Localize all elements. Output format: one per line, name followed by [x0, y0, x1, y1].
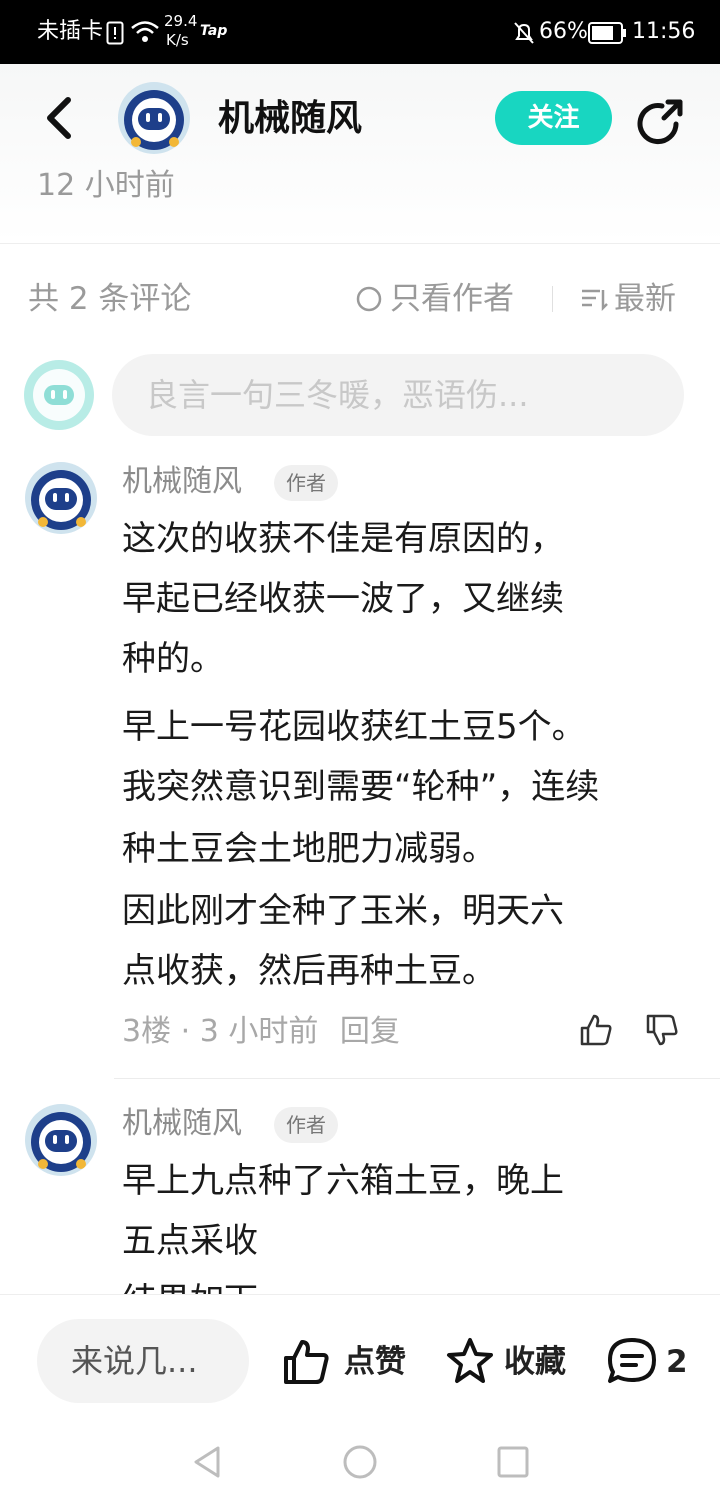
- comment-line: 点收获，然后再种土豆。: [122, 951, 496, 991]
- thumbs-down-icon[interactable]: [644, 1012, 680, 1048]
- post-header: [0, 64, 720, 244]
- author-avatar[interactable]: [118, 82, 190, 154]
- comment-line: 早上一号花园收获红土豆5个。: [122, 707, 586, 747]
- star-icon[interactable]: [444, 1336, 496, 1386]
- robot-avatar-icon: [31, 1112, 91, 1172]
- meta-separator: ·: [180, 1014, 191, 1049]
- status-bar: 未插卡 29.4 K/s Tap 66% 11:56: [0, 0, 720, 64]
- author-only-filter[interactable]: 只看作者: [390, 279, 514, 319]
- toolbar-divider: [552, 286, 553, 312]
- clock: 11:56: [632, 19, 696, 44]
- back-arrow-icon[interactable]: [40, 96, 76, 140]
- comment-time: 3 小时前: [199, 1014, 319, 1049]
- comment-bubble-icon[interactable]: [606, 1336, 658, 1386]
- author-name[interactable]: 机械随风: [218, 95, 362, 143]
- comment-line: 早上九点种了六箱土豆，晚上: [122, 1161, 564, 1201]
- comment-author[interactable]: 机械随风: [122, 462, 242, 502]
- battery-percent: 66%: [539, 19, 588, 44]
- mute-bell-icon: [514, 22, 534, 44]
- follow-button[interactable]: 关注: [495, 91, 612, 145]
- sort-icon[interactable]: [580, 286, 608, 312]
- comment-meta: 3楼 · 3 小时前 回复: [122, 1012, 400, 1052]
- sort-latest[interactable]: 最新: [614, 279, 676, 319]
- like-icon[interactable]: [282, 1338, 332, 1386]
- my-avatar[interactable]: [24, 360, 94, 430]
- nav-recents-icon[interactable]: [496, 1445, 530, 1479]
- comment-line: 这次的收获不佳是有原因的，: [122, 519, 564, 559]
- comment-divider: [114, 1078, 720, 1079]
- favorite-button[interactable]: 收藏: [504, 1342, 566, 1382]
- post-time: 12 小时前: [37, 168, 175, 203]
- comment-line: 五点采收: [122, 1221, 258, 1261]
- thumbs-up-icon[interactable]: [578, 1012, 614, 1048]
- radio-circle-icon[interactable]: [356, 286, 382, 312]
- comment-line: 我突然意识到需要“轮种”，连续: [122, 767, 600, 807]
- battery-icon: [588, 22, 626, 44]
- comment-avatar[interactable]: [25, 1104, 97, 1176]
- reply-button[interactable]: 回复: [340, 1014, 400, 1049]
- comment-line: 早起已经收获一波了，又继续: [122, 579, 564, 619]
- robot-avatar-icon: [31, 470, 91, 530]
- comment-compose-input[interactable]: 良言一句三冬暖，恶语伤...: [112, 354, 684, 436]
- net-speed-unit: K/s: [166, 31, 189, 49]
- comment-floor: 3楼: [122, 1014, 172, 1049]
- comment-line: 因此刚才全种了玉米，明天六: [122, 891, 564, 931]
- author-badge: 作者: [274, 465, 338, 501]
- comment-author[interactable]: 机械随风: [122, 1104, 242, 1144]
- net-speed-value: 29.4: [164, 12, 198, 30]
- comment-line: 种的。: [122, 639, 224, 679]
- carrier-text: 未插卡: [37, 19, 104, 44]
- app-badge: Tap: [200, 23, 228, 39]
- robot-avatar-icon: [124, 90, 184, 150]
- like-button[interactable]: 点赞: [344, 1342, 406, 1382]
- nav-home-icon[interactable]: [342, 1444, 378, 1480]
- nav-back-icon[interactable]: [190, 1444, 224, 1480]
- sim-icon: [106, 21, 124, 45]
- comment-line: 种土豆会土地肥力减弱。: [122, 829, 496, 869]
- comment-count-button[interactable]: 2: [666, 1342, 688, 1382]
- comment-avatar[interactable]: [25, 462, 97, 534]
- share-icon[interactable]: [636, 96, 688, 148]
- author-badge: 作者: [274, 1107, 338, 1143]
- robot-placeholder-icon: [33, 369, 85, 421]
- bottom-comment-input[interactable]: 来说几...: [37, 1319, 249, 1403]
- wifi-icon: [131, 21, 159, 42]
- comment-count: 共 2 条评论: [28, 281, 192, 317]
